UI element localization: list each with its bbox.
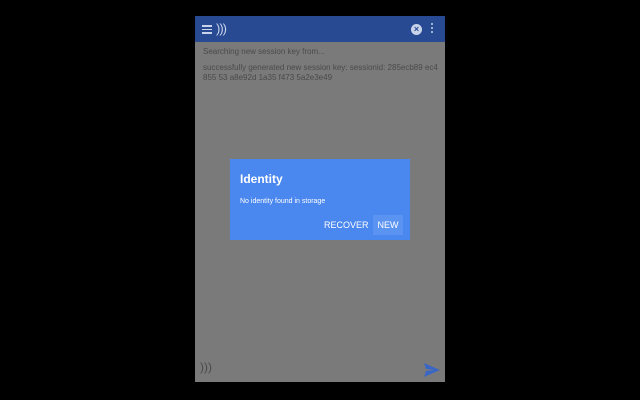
message-composer: ))) [195, 356, 445, 382]
close-icon[interactable]: × [411, 24, 422, 35]
message-log: Searching new session key from... succes… [203, 47, 439, 89]
log-message: Searching new session key from... [203, 47, 325, 56]
new-identity-button[interactable]: NEW [373, 215, 403, 235]
app-bar: ))) × [195, 16, 445, 42]
menu-icon[interactable] [202, 25, 212, 34]
dialog-message: No identity found in storage [240, 198, 326, 205]
app-logo-icon: ))) [216, 21, 227, 36]
log-message: successfully generated new session key: … [203, 63, 438, 82]
send-icon[interactable] [423, 362, 441, 378]
dialog-title: Identity [240, 172, 283, 186]
identity-dialog: Identity No identity found in storage RE… [230, 159, 410, 240]
input-icon[interactable]: ))) [200, 360, 212, 374]
recover-button[interactable]: RECOVER [324, 215, 369, 235]
more-vert-icon[interactable] [431, 23, 434, 35]
